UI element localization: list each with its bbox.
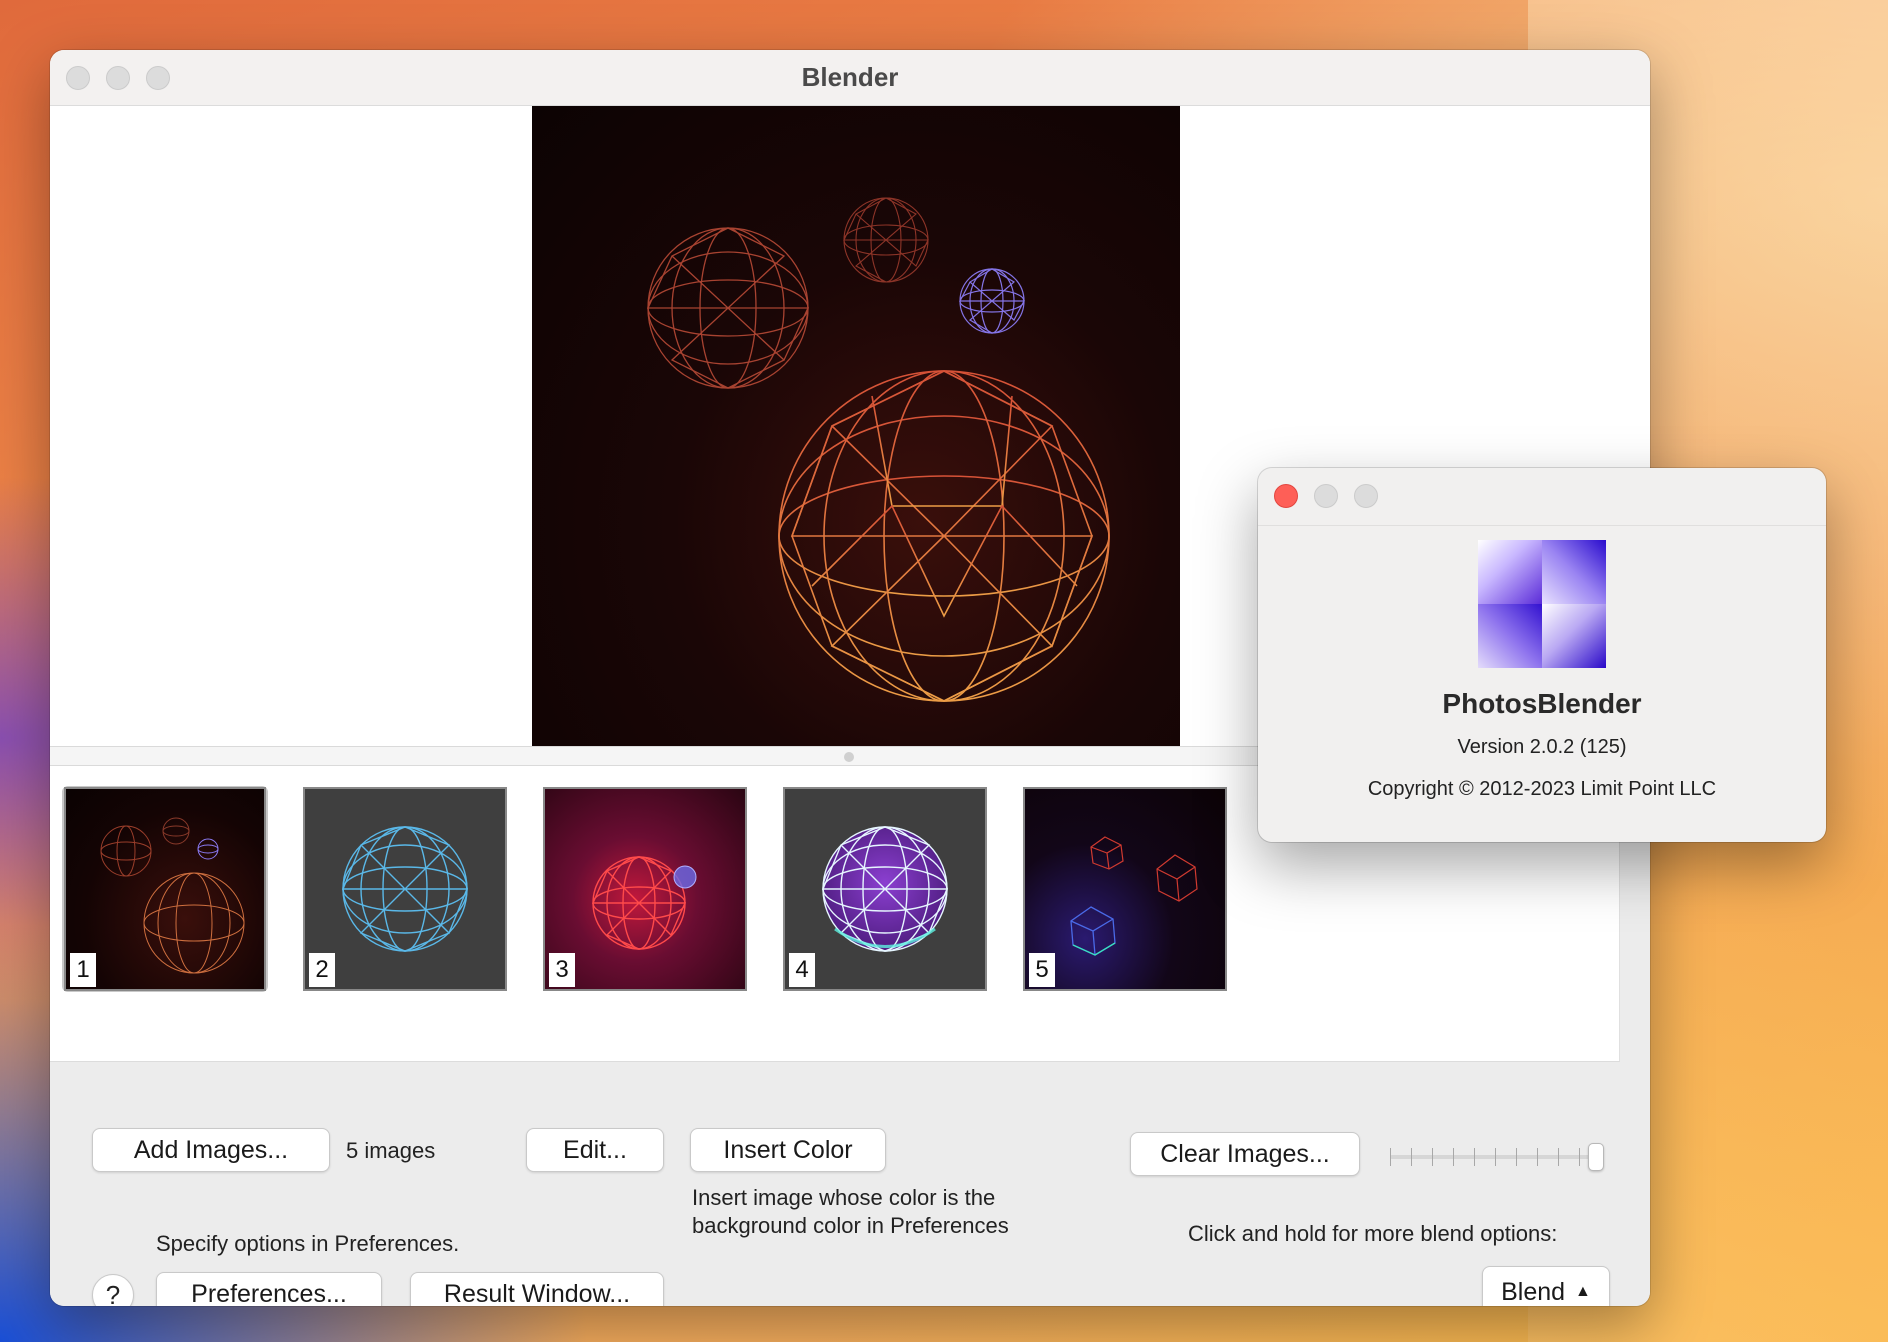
- window-title: Blender: [801, 62, 899, 92]
- thumbnail-graphic: [1070, 836, 1198, 956]
- thumbnail-number: 3: [549, 953, 575, 987]
- thumbnail-number: 4: [789, 953, 815, 987]
- thumbnail-number: 1: [70, 953, 96, 987]
- icon-quadrant: [1542, 540, 1606, 604]
- app-copyright: Copyright © 2012-2023 Limit Point LLC: [1367, 778, 1717, 800]
- split-handle[interactable]: [844, 752, 854, 762]
- slider-tick: [1411, 1148, 1412, 1166]
- slider-tick: [1390, 1148, 1391, 1166]
- result-window-button[interactable]: Result Window...: [410, 1272, 664, 1306]
- thumbnail-image: 2: [303, 787, 507, 991]
- thumbnail-number: 5: [1029, 953, 1055, 987]
- icon-quadrant: [1478, 604, 1542, 668]
- blend-popup-button[interactable]: Blend ▲: [1482, 1266, 1610, 1306]
- about-window: PhotosBlender Version 2.0.2 (125) Copyri…: [1258, 468, 1826, 842]
- thumbnail-5[interactable]: 5: [1022, 786, 1228, 992]
- slider-knob[interactable]: [1588, 1143, 1604, 1171]
- options-hint-label: Specify options in Preferences.: [156, 1231, 460, 1256]
- slider-tick: [1558, 1148, 1559, 1166]
- app-version: Version 2.0.2 (125): [1457, 736, 1627, 758]
- preview-image: [532, 106, 1180, 746]
- thumbnail-graphic: [341, 826, 469, 952]
- wireframe-spheres-image: [646, 197, 1110, 702]
- add-images-button[interactable]: Add Images...: [92, 1128, 330, 1172]
- icon-quadrant: [1542, 604, 1606, 668]
- blend-hint-label: Click and hold for more blend options:: [1188, 1221, 1558, 1246]
- thumbnail-number: 2: [309, 953, 335, 987]
- controls-panel: Add Images... 5 images Edit... Insert Co…: [50, 1062, 1650, 1306]
- insert-color-help-line-1: Insert image whose color is the: [692, 1185, 996, 1210]
- clear-images-button[interactable]: Clear Images...: [1130, 1132, 1360, 1176]
- zoom-button[interactable]: [1354, 484, 1378, 508]
- icon-quadrant: [1478, 540, 1542, 604]
- slider-tick: [1537, 1148, 1538, 1166]
- thumbnail-image: 3: [543, 787, 747, 991]
- thumbnail-1[interactable]: 1: [62, 786, 268, 992]
- thumbnail-graphic: [591, 856, 697, 950]
- slider-tick: [1453, 1148, 1454, 1166]
- up-arrow-icon: ▲: [1575, 1283, 1591, 1300]
- thumbnail-image: 1: [64, 787, 266, 991]
- preferences-button[interactable]: Preferences...: [156, 1272, 382, 1306]
- blend-slider[interactable]: [1390, 1142, 1604, 1172]
- slider-tick: [1579, 1148, 1580, 1166]
- minimize-button[interactable]: [1314, 484, 1338, 508]
- slider-tick: [1516, 1148, 1517, 1166]
- zoom-button[interactable]: [146, 66, 170, 90]
- app-icon: [1478, 540, 1606, 668]
- slider-track: [1390, 1155, 1604, 1159]
- thumbnail-4[interactable]: 4: [782, 786, 988, 992]
- about-window-controls: [1274, 484, 1378, 508]
- thumbnail-2[interactable]: 2: [302, 786, 508, 992]
- blend-label: Blend: [1501, 1277, 1566, 1306]
- slider-tick: [1495, 1148, 1496, 1166]
- window-controls: [66, 66, 170, 90]
- insert-color-help-line-2: background color in Preferences: [692, 1213, 1009, 1238]
- help-button[interactable]: ?: [92, 1274, 134, 1306]
- minimize-button[interactable]: [106, 66, 130, 90]
- thumbnail-3[interactable]: 3: [542, 786, 748, 992]
- app-name: PhotosBlender: [1442, 688, 1642, 719]
- slider-tick: [1432, 1148, 1433, 1166]
- thumbnail-graphic: [821, 826, 949, 952]
- insert-color-button[interactable]: Insert Color: [690, 1128, 886, 1172]
- about-titlebar: [1258, 468, 1826, 526]
- window-titlebar: Blender: [50, 50, 1650, 106]
- thumbnail-image: 4: [783, 787, 987, 991]
- close-button[interactable]: [1274, 484, 1298, 508]
- close-button[interactable]: [66, 66, 90, 90]
- thumbnail-image: 5: [1023, 787, 1227, 991]
- edit-button[interactable]: Edit...: [526, 1128, 664, 1172]
- thumbnail-graphic: [100, 817, 245, 974]
- image-count-label: 5 images: [346, 1138, 436, 1163]
- slider-tick: [1474, 1148, 1475, 1166]
